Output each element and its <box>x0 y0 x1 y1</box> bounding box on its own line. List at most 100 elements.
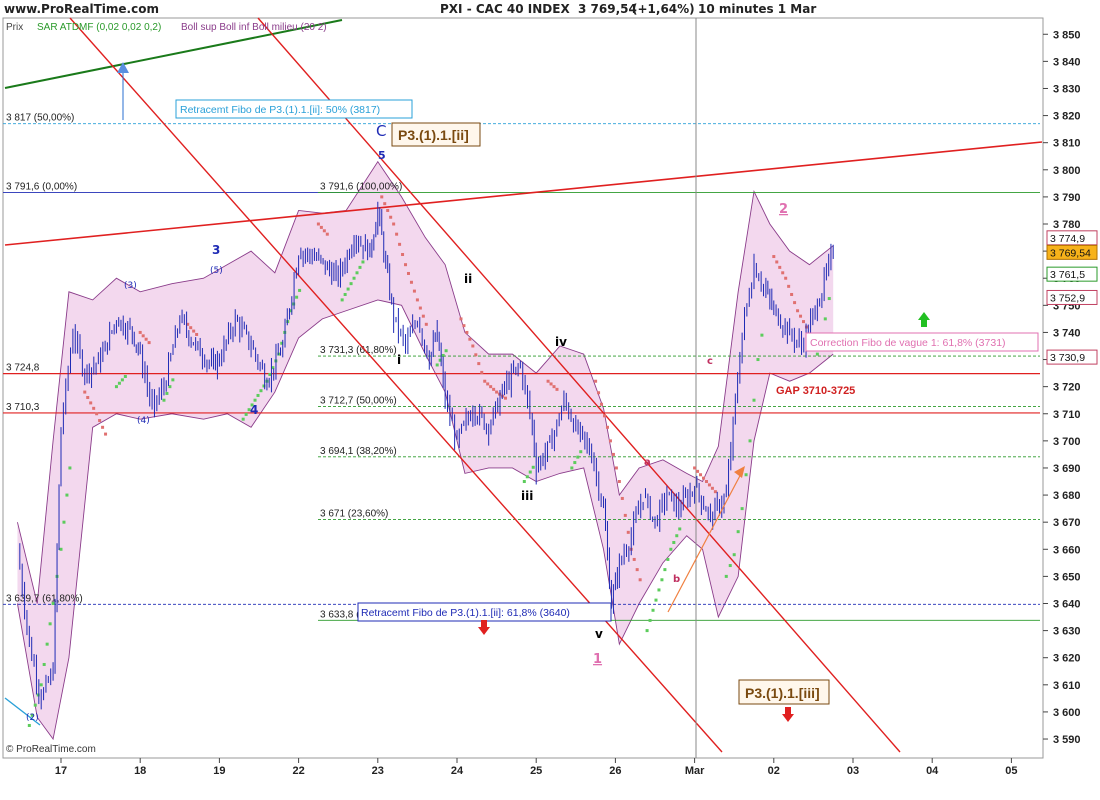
site-name[interactable]: www.ProRealTime.com <box>4 2 159 16</box>
x-tick-label: 02 <box>768 765 780 777</box>
sar-dot <box>787 284 791 288</box>
sar-dot <box>165 391 169 395</box>
sar-dot <box>92 406 96 410</box>
h-line-label: 3 724,8 <box>6 363 40 374</box>
sar-dot <box>65 493 69 497</box>
sar-dot <box>123 374 127 378</box>
y-tick-label: 3 740 <box>1053 327 1081 339</box>
legend-boll: Boll sup Boll inf Boll milieu (20 2) <box>181 22 327 33</box>
h-line-label: 3 694,1 (38,20%) <box>320 446 397 457</box>
sar-dot <box>638 578 642 582</box>
y-tick-label: 3 600 <box>1053 707 1081 719</box>
y-tick-label: 3 690 <box>1053 463 1081 475</box>
fibo-box-bottom-label: Retracemt Fibo de P3.(1).1.[ii]: 61,8% (… <box>361 607 570 619</box>
sar-dot <box>340 298 344 302</box>
y-tick-label: 3 790 <box>1053 192 1081 204</box>
sar-dot <box>62 520 66 524</box>
sar-dot <box>573 461 577 465</box>
y-tick-label: 3 720 <box>1053 382 1081 394</box>
wave-label-iii: iii <box>521 489 533 503</box>
sar-dot <box>579 450 583 454</box>
sar-dot <box>244 412 248 416</box>
sar-dot <box>114 385 118 389</box>
correction-label: Correction Fibo de vague 1: 61,8% (3731) <box>810 337 1006 349</box>
sar-dot <box>531 465 535 469</box>
sar-dot <box>772 255 776 259</box>
sar-dot <box>522 480 526 484</box>
wave-label-2: 2 <box>779 202 788 217</box>
sar-dot <box>648 618 652 622</box>
price-chart: 3 817 (50,00%) 3 791,6 (0,00%) 3 791,6 (10… <box>0 0 1100 800</box>
arrow-down-red-2-stem <box>785 707 791 714</box>
y-tick-label: 3 640 <box>1053 598 1081 610</box>
sar-dot <box>459 317 463 321</box>
sar-dot <box>474 353 478 357</box>
sar-dot <box>651 608 655 612</box>
sar-dot <box>603 414 607 418</box>
wave-label-C: C <box>376 122 386 140</box>
wave-label-5: 5 <box>378 149 386 162</box>
sar-dot <box>435 363 439 367</box>
sar-dot <box>611 452 615 456</box>
y-tick-label: 3 710 <box>1053 409 1081 421</box>
sar-dot <box>793 301 797 305</box>
sar-dot <box>713 490 717 494</box>
sar-dot <box>704 480 708 484</box>
sar-dot <box>42 662 46 666</box>
sar-dot <box>33 703 37 707</box>
sar-dot <box>355 271 359 275</box>
sar-dot <box>626 530 630 534</box>
fibo-box-top-label: Retracemt Fibo de P3.(1).1.[ii]: 50% (38… <box>180 104 380 116</box>
wave-label-i: i <box>397 353 401 367</box>
sar-dot <box>259 389 263 393</box>
y-tick-label: 3 590 <box>1053 734 1081 746</box>
sar-dot <box>462 324 466 328</box>
y-tick-label: 3 610 <box>1053 680 1081 692</box>
sar-dot <box>693 466 697 470</box>
sar-dot <box>101 425 105 429</box>
wave-label-2p: (2) <box>26 713 39 723</box>
x-tick-label: 03 <box>847 765 859 777</box>
sar-dot <box>45 642 49 646</box>
sar-dot <box>444 349 448 353</box>
wave-label-c: c <box>707 356 713 367</box>
h-line-label: 3 710,3 <box>6 402 40 413</box>
copyright: © ProRealTime.com <box>6 744 96 755</box>
sar-dot <box>744 473 748 477</box>
sar-dot <box>736 530 740 534</box>
sar-dot <box>663 568 667 572</box>
sar-dot <box>352 276 356 280</box>
sar-dot <box>386 208 390 212</box>
sar-dot <box>39 683 43 687</box>
y-tick-label: 3 850 <box>1053 29 1081 41</box>
sar-dot <box>707 483 711 487</box>
price-box-label: 3 761,5 <box>1050 269 1085 281</box>
sar-dot <box>608 439 612 443</box>
arrow-up-green-stem <box>921 320 927 327</box>
sar-dot <box>489 385 493 389</box>
sar-dot <box>802 320 805 324</box>
wave-label-4p: (4) <box>137 416 150 426</box>
wave-label-4: 4 <box>250 403 258 417</box>
x-tick-label: 25 <box>530 765 542 777</box>
sar-dot <box>678 527 682 531</box>
sar-dot <box>401 253 405 257</box>
wave-box-bottom-label: P3.(1).1.[iii] <box>745 685 820 701</box>
sar-dot <box>144 337 148 341</box>
x-tick-label: 26 <box>609 765 621 777</box>
wave-label-ii: ii <box>464 272 472 286</box>
sar-dot <box>775 260 779 264</box>
h-line-label: 3 791,6 (0,00%) <box>6 182 77 193</box>
wave-label-3: 3 <box>212 243 220 257</box>
y-tick-label: 3 840 <box>1053 56 1081 68</box>
timeframe: 10 minutes 1 Mar <box>698 2 817 16</box>
h-line-label: 3 639,7 (61,80%) <box>6 593 83 604</box>
y-tick-label: 3 830 <box>1053 83 1081 95</box>
y-tick-label: 3 630 <box>1053 626 1081 638</box>
wave-box-top-label: P3.(1).1.[ii] <box>398 127 469 143</box>
sar-dot <box>710 486 714 490</box>
sar-dot <box>59 547 63 551</box>
sar-dot <box>468 337 472 341</box>
sar-dot <box>576 455 580 459</box>
price-box-label: 3 769,54 <box>1050 247 1091 259</box>
